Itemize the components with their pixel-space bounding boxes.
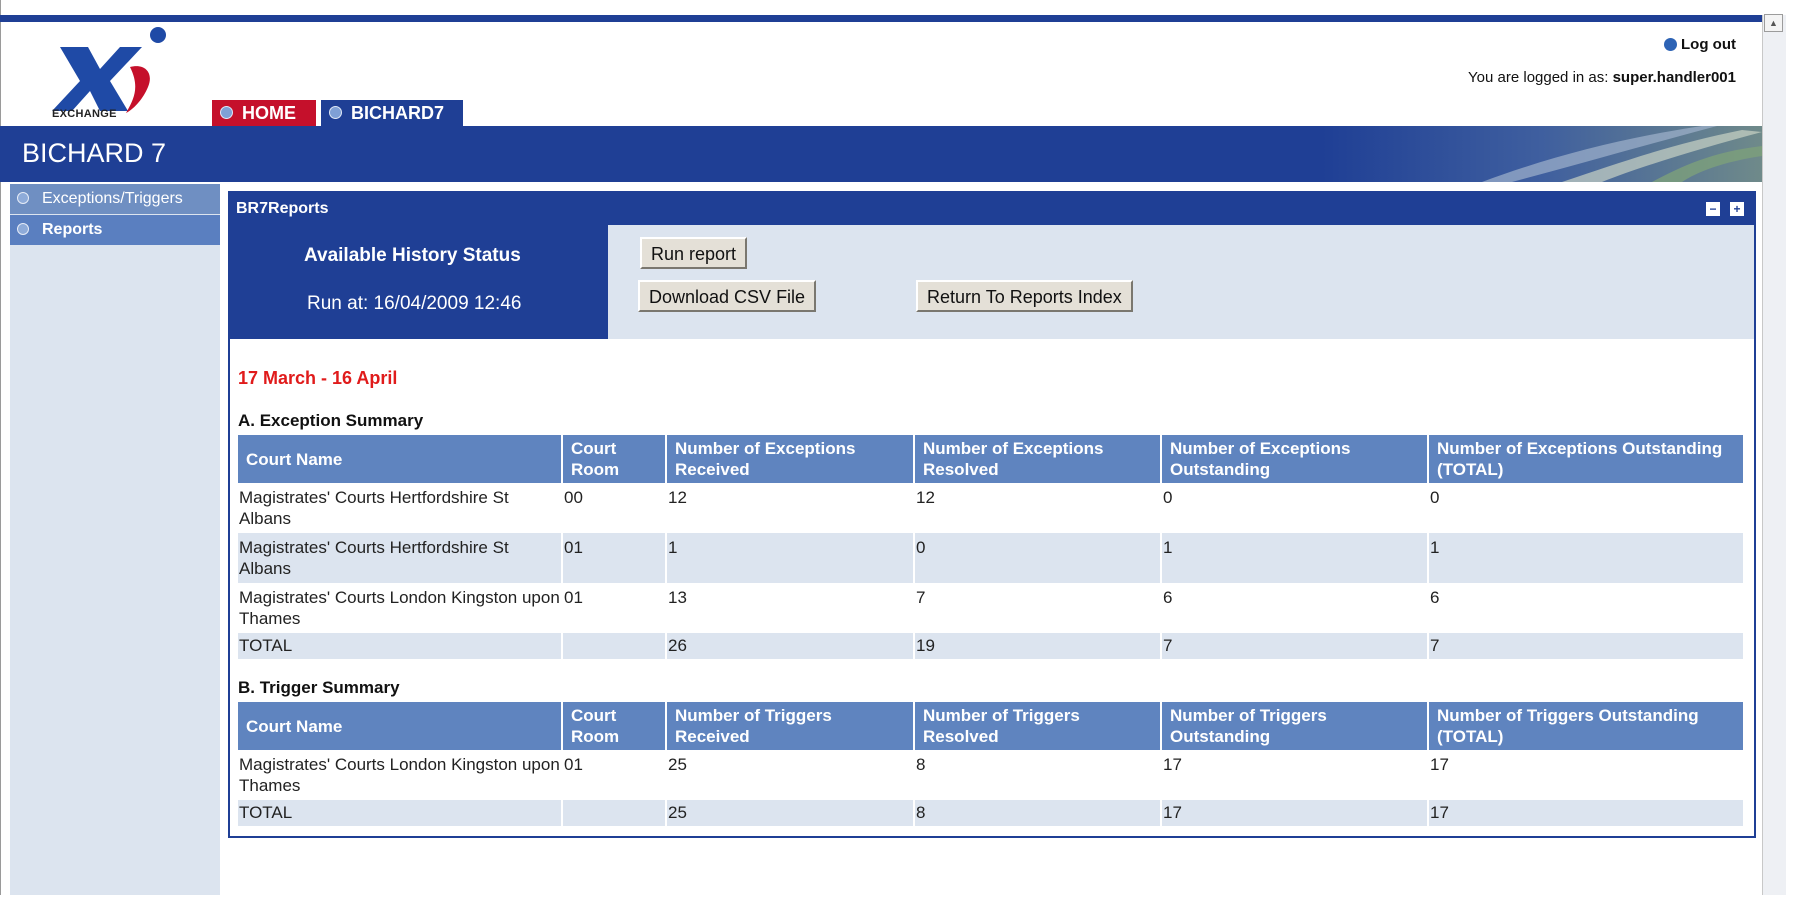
cell-outstanding: 0 [1161, 483, 1429, 533]
cell-outstanding: 6 [1161, 583, 1429, 633]
exception-summary-title: A. Exception Summary [238, 411, 424, 430]
column-header: Court Room [562, 702, 667, 750]
report-toolbar: Available History Status Run at: 16/04/2… [230, 225, 1754, 339]
cell-court-name: Magistrates' Courts London Kingston upon… [238, 750, 563, 800]
reports-panel: BR7Reports − + Available History Status … [228, 191, 1756, 838]
column-header: Number of Triggers Outstanding [1161, 702, 1429, 750]
logout-link[interactable]: Log out [1664, 36, 1736, 53]
cell-resolved: 0 [914, 533, 1162, 583]
logout-icon [1664, 38, 1678, 51]
cell-court-room [562, 633, 667, 659]
scroll-up-arrow-icon[interactable]: ▲ [1764, 14, 1783, 32]
banner-decorative-art [1322, 126, 1762, 182]
sidebar-item-label: Reports [42, 221, 103, 238]
report-period: 17 March - 16 April [238, 368, 398, 388]
table-total-row: TOTAL 25 8 17 17 [238, 800, 1745, 826]
sidebar: Exceptions/Triggers Reports [10, 184, 220, 895]
sidebar-bullet-icon [17, 223, 29, 235]
cell-resolved: 8 [914, 750, 1162, 800]
table-total-row: TOTAL 26 19 7 7 [238, 633, 1745, 659]
download-csv-button[interactable]: Download CSV File [638, 280, 817, 312]
return-to-reports-index-button[interactable]: Return To Reports Index [916, 280, 1133, 312]
cell-court-room: 01 [562, 583, 667, 633]
cell-outstanding-total: 6 [1428, 583, 1745, 633]
maximize-icon[interactable]: + [1730, 202, 1744, 216]
column-header: Court Name [238, 702, 563, 750]
table-header-row: Court Name Court Room Number of Exceptio… [238, 435, 1745, 483]
cell-resolved: 19 [914, 633, 1162, 659]
cell-court-room: 01 [562, 533, 667, 583]
cell-received: 25 [666, 750, 915, 800]
panel-title: BR7Reports [236, 200, 329, 217]
sidebar-item-exceptions-triggers[interactable]: Exceptions/Triggers [10, 184, 220, 214]
cell-court-room [562, 800, 667, 826]
cell-court-room: 00 [562, 483, 667, 533]
cell-outstanding-total: 0 [1428, 483, 1745, 533]
cell-outstanding-total: 17 [1428, 800, 1745, 826]
logged-in-info: You are logged in as: super.handler001 [1468, 69, 1736, 86]
cell-outstanding-total: 17 [1428, 750, 1745, 800]
column-header: Number of Triggers Received [666, 702, 915, 750]
table-row: Magistrates' Courts London Kingston upon… [238, 750, 1745, 800]
column-header: Number of Exceptions Resolved [914, 435, 1162, 483]
tab-home[interactable]: HOME [212, 100, 316, 126]
logged-in-prefix: You are logged in as: [1468, 69, 1609, 86]
cell-court-room: 01 [562, 750, 667, 800]
cell-total-label: TOTAL [238, 800, 563, 826]
logged-in-username: super.handler001 [1612, 69, 1736, 86]
column-header: Number of Triggers Resolved [914, 702, 1162, 750]
cell-outstanding-total: 7 [1428, 633, 1745, 659]
cell-received: 13 [666, 583, 915, 633]
tab-home-label: HOME [242, 103, 296, 123]
cell-outstanding: 17 [1161, 800, 1429, 826]
table-row: Magistrates' Courts Hertfordshire St Alb… [238, 533, 1745, 583]
column-header: Number of Exceptions Outstanding [1161, 435, 1429, 483]
cell-resolved: 7 [914, 583, 1162, 633]
trigger-summary-table: Court Name Court Room Number of Triggers… [238, 702, 1745, 826]
cell-received: 1 [666, 533, 915, 583]
app-banner: BICHARD 7 [0, 126, 1762, 182]
table-header-row: Court Name Court Room Number of Triggers… [238, 702, 1745, 750]
app-title: BICHARD 7 [22, 138, 167, 168]
logo-wordmark: EXCHANGE [52, 108, 117, 120]
logout-label: Log out [1681, 36, 1736, 53]
run-timestamp: Run at: 16/04/2009 12:46 [307, 293, 522, 314]
cell-received: 12 [666, 483, 915, 533]
trigger-summary-title: B. Trigger Summary [238, 678, 400, 697]
cell-outstanding: 7 [1161, 633, 1429, 659]
sidebar-item-label: Exceptions/Triggers [42, 190, 183, 207]
table-row: Magistrates' Courts Hertfordshire St Alb… [238, 483, 1745, 533]
cell-court-name: Magistrates' Courts Hertfordshire St Alb… [238, 483, 563, 533]
cell-court-name: Magistrates' Courts London Kingston upon… [238, 583, 563, 633]
status-title: Available History Status [304, 245, 521, 266]
minimize-icon[interactable]: − [1706, 202, 1720, 216]
top-accent-line [0, 15, 1762, 22]
sidebar-item-reports[interactable]: Reports [10, 215, 220, 245]
column-header: Number of Triggers Outstanding (TOTAL) [1428, 702, 1745, 750]
cell-resolved: 12 [914, 483, 1162, 533]
cell-total-label: TOTAL [238, 633, 563, 659]
panel-header: BR7Reports − + [230, 193, 1754, 225]
column-header: Number of Exceptions Outstanding (TOTAL) [1428, 435, 1745, 483]
table-row: Magistrates' Courts London Kingston upon… [238, 583, 1745, 633]
column-header: Number of Exceptions Received [666, 435, 915, 483]
column-header: Court Room [562, 435, 667, 483]
history-status-box: Available History Status Run at: 16/04/2… [230, 225, 608, 339]
cell-received: 25 [666, 800, 915, 826]
tab-bichard7-label: BICHARD7 [351, 103, 445, 123]
vertical-scrollbar[interactable] [1762, 15, 1786, 895]
column-header: Court Name [238, 435, 563, 483]
tab-bullet-icon [329, 106, 342, 119]
tab-bullet-icon [220, 106, 233, 119]
cell-outstanding: 1 [1161, 533, 1429, 583]
exception-summary-table: Court Name Court Room Number of Exceptio… [238, 435, 1745, 659]
sidebar-bullet-icon [17, 192, 29, 204]
page-bottom [0, 895, 1798, 914]
cell-court-name: Magistrates' Courts Hertfordshire St Alb… [238, 533, 563, 583]
cell-received: 26 [666, 633, 915, 659]
run-report-button[interactable]: Run report [640, 237, 748, 269]
cell-outstanding: 17 [1161, 750, 1429, 800]
cell-resolved: 8 [914, 800, 1162, 826]
cell-outstanding-total: 1 [1428, 533, 1745, 583]
